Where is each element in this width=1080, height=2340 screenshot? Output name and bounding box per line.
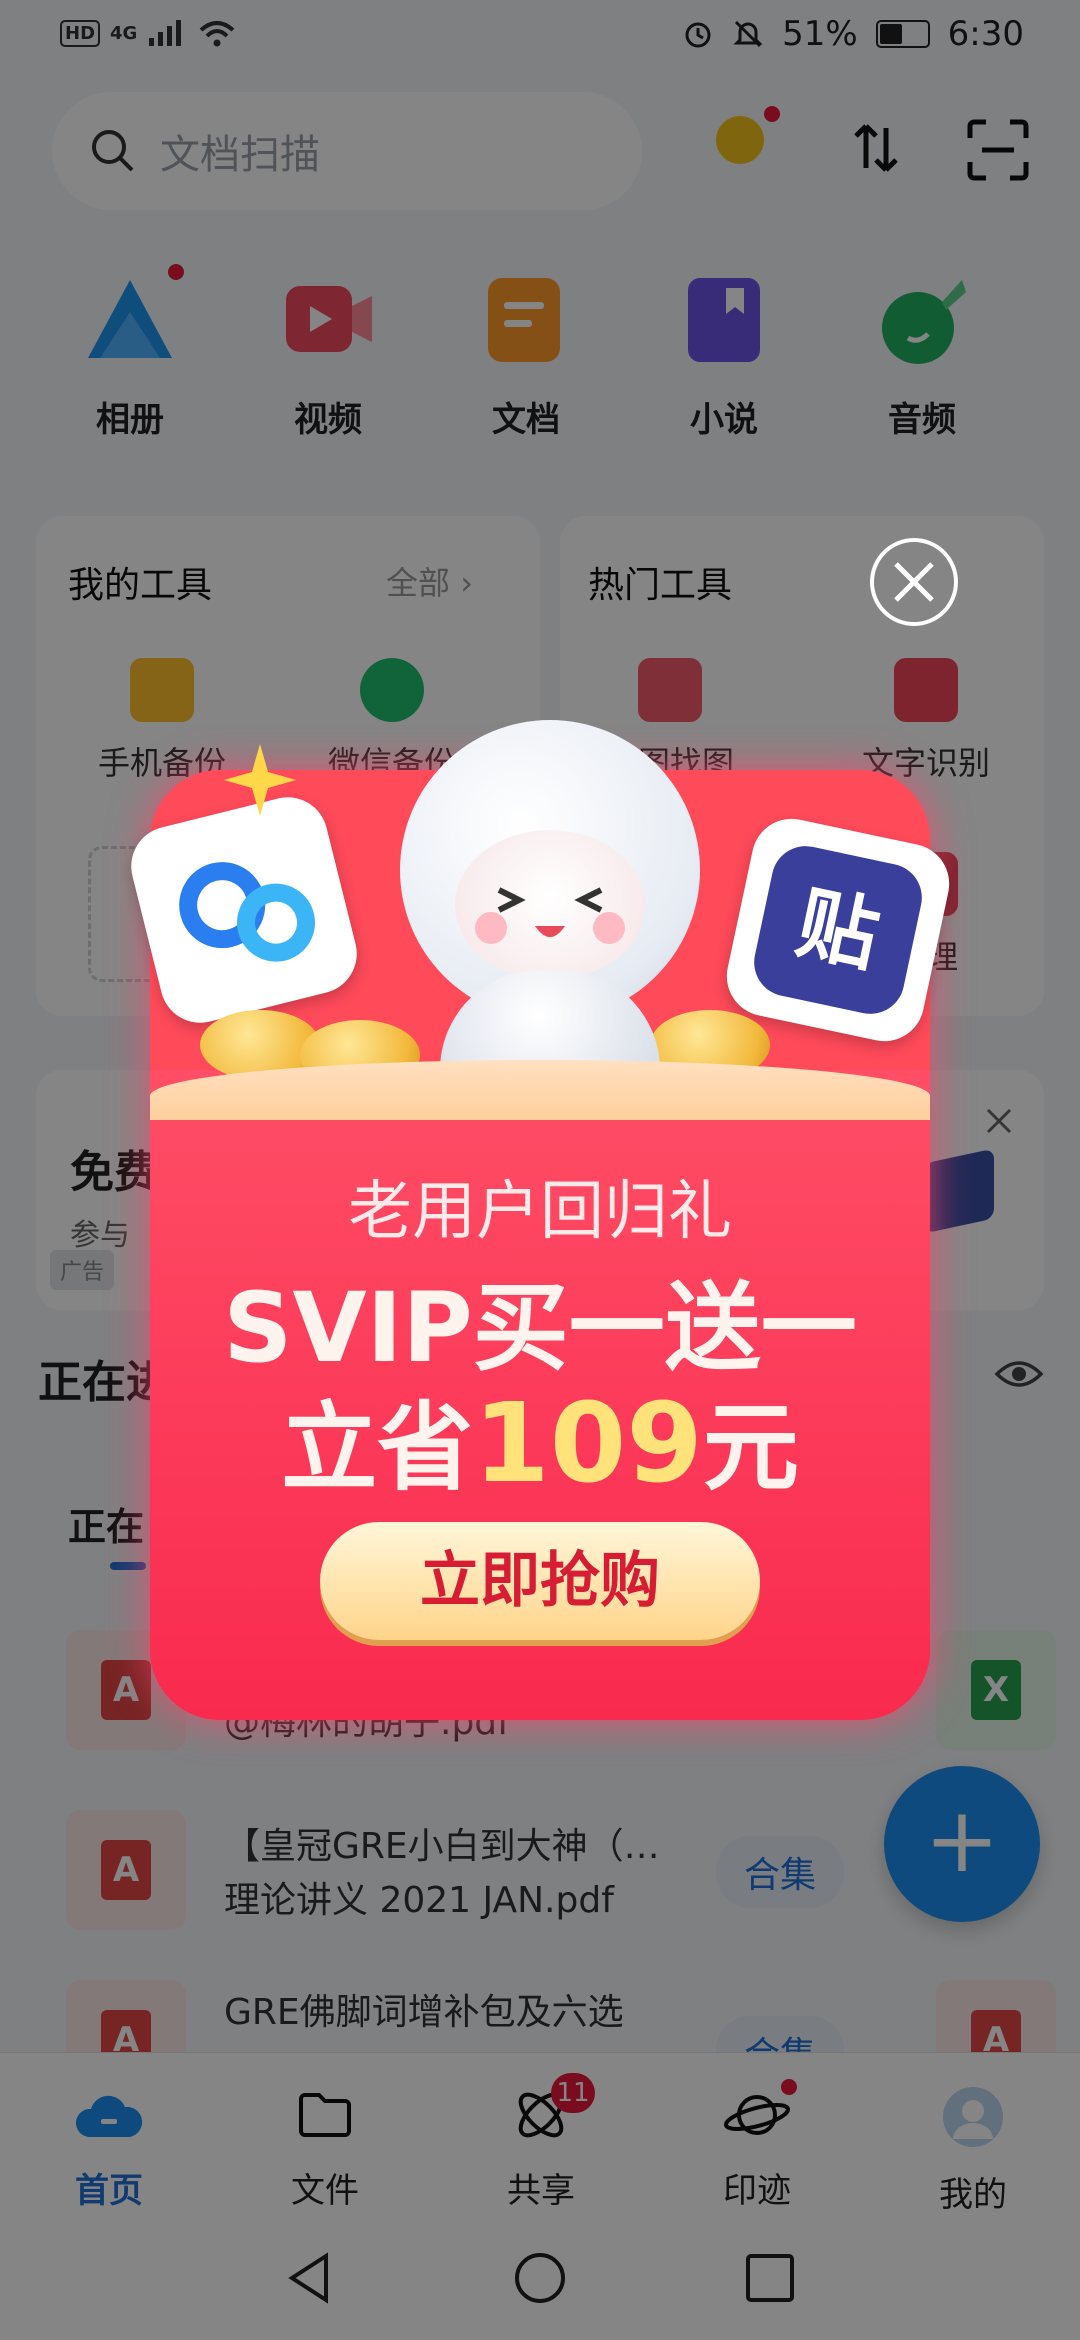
savings-suffix: 元 — [702, 1392, 799, 1504]
star-icon — [224, 744, 296, 816]
tie-app-logo: 贴 — [719, 811, 957, 1049]
mascot-face — [455, 830, 645, 980]
tie-label: 贴 — [747, 839, 929, 1021]
promo-savings: 立省109元 — [150, 1370, 930, 1509]
close-icon — [894, 562, 934, 602]
promo-popup: 老用户回归礼 SVIP买一送一 立省109元 立即抢购 贴 — [122, 720, 957, 1720]
promo-headline: 老用户回归礼 — [348, 1175, 732, 1249]
popup-close-button[interactable] — [870, 538, 958, 626]
promo-offer: SVIP买一送一 — [223, 1272, 857, 1384]
savings-amount: 109 — [473, 1379, 703, 1507]
buy-now-button[interactable]: 立即抢购 — [320, 1522, 760, 1640]
savings-prefix: 立省 — [281, 1392, 474, 1504]
